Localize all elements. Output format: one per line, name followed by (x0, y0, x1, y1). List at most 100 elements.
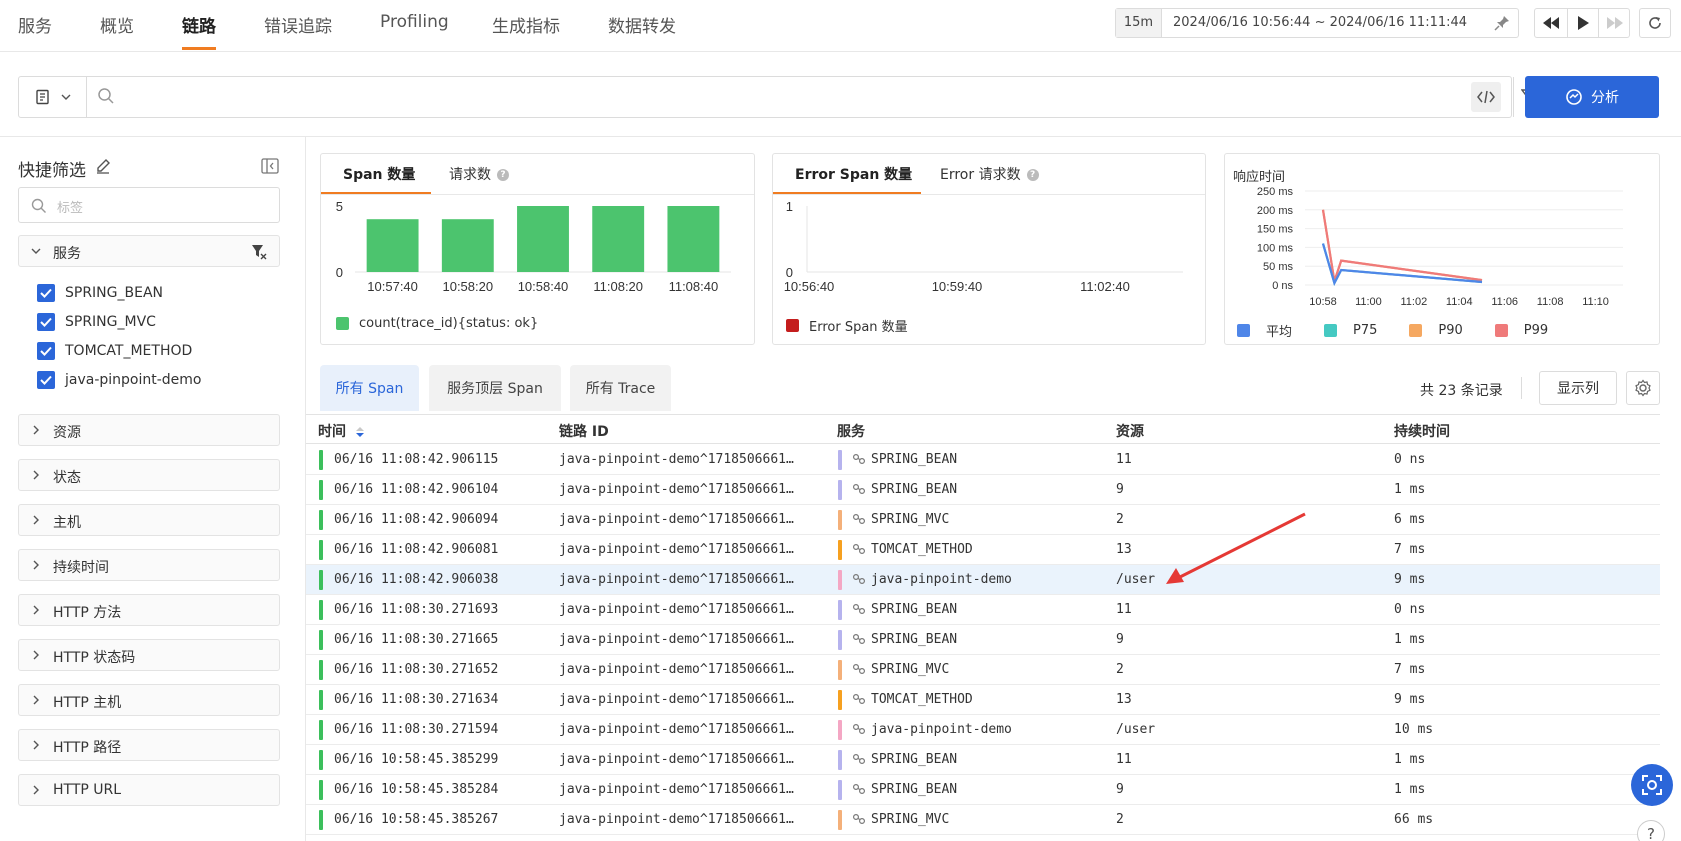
refresh-button[interactable] (1639, 8, 1671, 38)
settings-button[interactable] (1626, 371, 1660, 405)
subtab-all-spans[interactable]: 所有 Span (320, 365, 419, 411)
service-option[interactable]: java-pinpoint-demo (37, 370, 202, 390)
chevron-right-icon (33, 560, 39, 570)
facet-status[interactable]: 状态 (18, 459, 280, 491)
trace-id-cell[interactable]: java-pinpoint-demo^1718506661… (559, 572, 794, 587)
subtab-service-top-spans[interactable]: 服务顶层 Span (429, 365, 561, 411)
trace-id-cell[interactable]: java-pinpoint-demo^1718506661… (559, 452, 794, 467)
tab-overview[interactable]: 概览 (100, 12, 134, 37)
play-button[interactable] (1567, 9, 1599, 37)
column-header-duration[interactable]: 持续时间 (1394, 421, 1450, 441)
tab-error-span-count[interactable]: Error Span 数量 (795, 164, 912, 184)
analyze-button[interactable]: 分析 (1525, 76, 1659, 118)
tab-error-request-count[interactable]: Error 请求数? (940, 164, 1039, 184)
facet-host[interactable]: 主机 (18, 504, 280, 536)
query-input[interactable] (123, 85, 1453, 109)
column-header-service[interactable]: 服务 (837, 421, 865, 441)
clear-filter-icon[interactable] (251, 244, 267, 260)
trace-id-cell[interactable]: java-pinpoint-demo^1718506661… (559, 602, 794, 617)
fast-forward-button[interactable] (1599, 9, 1631, 37)
x-tick-label: 10:56:40 (784, 279, 835, 294)
trace-id-cell[interactable]: java-pinpoint-demo^1718506661… (559, 692, 794, 707)
time-range-text[interactable]: 2024/06/16 10:56:44 ~ 2024/06/16 11:11:4… (1173, 9, 1467, 37)
collapse-sidebar-icon[interactable] (261, 158, 279, 174)
tab-traces[interactable]: 链路 (182, 12, 216, 37)
code-mode-button[interactable] (1471, 82, 1501, 112)
tab-generate-metrics[interactable]: 生成指标 (492, 12, 560, 37)
checkbox-checked[interactable] (37, 284, 55, 302)
column-header-resource[interactable]: 资源 (1116, 421, 1144, 441)
tag-search-input[interactable]: 标签 (18, 187, 280, 223)
table-row[interactable]: 06/16 10:58:45.385284 java-pinpoint-demo^… (306, 775, 1660, 805)
rewind-button[interactable] (1535, 9, 1567, 37)
trace-id-cell[interactable]: java-pinpoint-demo^1718506661… (559, 662, 794, 677)
table-row[interactable]: 06/16 11:08:30.271634 java-pinpoint-demo^… (306, 685, 1660, 715)
facet-http-path[interactable]: HTTP 路径 (18, 729, 280, 761)
help-icon[interactable]: ? (497, 169, 509, 181)
table-row[interactable]: 06/16 11:08:42.906115 java-pinpoint-demo^… (306, 445, 1660, 475)
show-columns-button[interactable]: 显示列 (1539, 371, 1617, 405)
table-row[interactable]: 06/16 11:08:30.271665 java-pinpoint-demo^… (306, 625, 1660, 655)
table-row[interactable]: 06/16 11:08:30.271652 java-pinpoint-demo^… (306, 655, 1660, 685)
table-row[interactable]: 06/16 11:08:30.271693 java-pinpoint-demo^… (306, 595, 1660, 625)
tab-error-tracking[interactable]: 错误追踪 (264, 12, 332, 37)
time-cell: 06/16 11:08:30.271594 (334, 722, 499, 737)
table-row[interactable]: 06/16 11:08:42.906081 java-pinpoint-demo^… (306, 535, 1660, 565)
error-span-legend: Error Span 数量 (786, 316, 908, 335)
checkbox-checked[interactable] (37, 371, 55, 389)
x-tick-label: 10:58:20 (442, 279, 493, 294)
x-tick-label: 10:58:40 (518, 279, 569, 294)
trace-id-cell[interactable]: java-pinpoint-demo^1718506661… (559, 632, 794, 647)
table-row[interactable]: 06/16 10:58:45.385299 java-pinpoint-demo^… (306, 745, 1660, 775)
tab-profiling[interactable]: Profiling (380, 12, 449, 32)
search-icon (31, 198, 46, 213)
facet-http-status[interactable]: HTTP 状态码 (18, 639, 280, 671)
tab-request-count[interactable]: 请求数? (449, 164, 509, 184)
service-color-bar (838, 570, 842, 590)
edit-icon[interactable] (95, 158, 111, 174)
service-option[interactable]: SPRING_BEAN (37, 283, 163, 303)
screenshot-button[interactable] (1631, 764, 1673, 806)
tab-span-count[interactable]: Span 数量 (343, 164, 415, 184)
facet-duration[interactable]: 持续时间 (18, 549, 280, 581)
service-icon (852, 513, 866, 525)
table-row[interactable]: 06/16 11:08:42.906038 java-pinpoint-demo^… (306, 565, 1660, 595)
sort-icon[interactable] (355, 426, 365, 438)
trace-id-cell[interactable]: java-pinpoint-demo^1718506661… (559, 812, 794, 827)
trace-id-cell[interactable]: java-pinpoint-demo^1718506661… (559, 782, 794, 797)
chevron-right-icon (33, 470, 39, 480)
checkbox-checked[interactable] (37, 313, 55, 331)
checkbox-checked[interactable] (37, 342, 55, 360)
tab-services[interactable]: 服务 (18, 12, 52, 37)
duration-selector[interactable]: 15m (1116, 9, 1162, 37)
trace-id-cell[interactable]: java-pinpoint-demo^1718506661… (559, 542, 794, 557)
column-header-trace-id[interactable]: 链路 ID (559, 421, 609, 441)
trace-id-cell[interactable]: java-pinpoint-demo^1718506661… (559, 512, 794, 527)
trace-id-cell[interactable]: java-pinpoint-demo^1718506661… (559, 722, 794, 737)
facet-http-url[interactable]: HTTP URL (18, 774, 280, 806)
help-button[interactable]: ? (1637, 820, 1665, 841)
time-cell: 06/16 10:58:45.385299 (334, 752, 499, 767)
service-option[interactable]: TOMCAT_METHOD (37, 341, 192, 361)
query-type-dropdown[interactable] (19, 77, 87, 117)
table-row[interactable]: 06/16 10:58:45.385267 java-pinpoint-demo^… (306, 805, 1660, 835)
service-option[interactable]: SPRING_MVC (37, 312, 156, 332)
column-header-time[interactable]: 时间 (318, 421, 365, 441)
pin-icon[interactable] (1494, 15, 1510, 31)
trace-id-cell[interactable]: java-pinpoint-demo^1718506661… (559, 752, 794, 767)
facet-http-method[interactable]: HTTP 方法 (18, 594, 280, 626)
service-cell: SPRING_MVC (871, 662, 950, 677)
facet-http-host[interactable]: HTTP 主机 (18, 684, 280, 716)
subtab-all-traces[interactable]: 所有 Trace (570, 365, 671, 411)
facet-services[interactable]: 服务 (18, 235, 280, 267)
service-icon (852, 483, 866, 495)
time-range-picker[interactable]: 15m 2024/06/16 10:56:44 ~ 2024/06/16 11:… (1115, 8, 1519, 38)
table-row[interactable]: 06/16 11:08:42.906104 java-pinpoint-demo^… (306, 475, 1660, 505)
tab-data-forwarding[interactable]: 数据转发 (608, 12, 676, 37)
trace-id-cell[interactable]: java-pinpoint-demo^1718506661… (559, 482, 794, 497)
help-icon[interactable]: ? (1026, 169, 1039, 181)
table-row[interactable]: 06/16 11:08:30.271594 java-pinpoint-demo^… (306, 715, 1660, 745)
table-row[interactable]: 06/16 11:08:42.906094 java-pinpoint-demo^… (306, 505, 1660, 535)
facet-resource[interactable]: 资源 (18, 414, 280, 446)
status-bar (319, 660, 323, 680)
